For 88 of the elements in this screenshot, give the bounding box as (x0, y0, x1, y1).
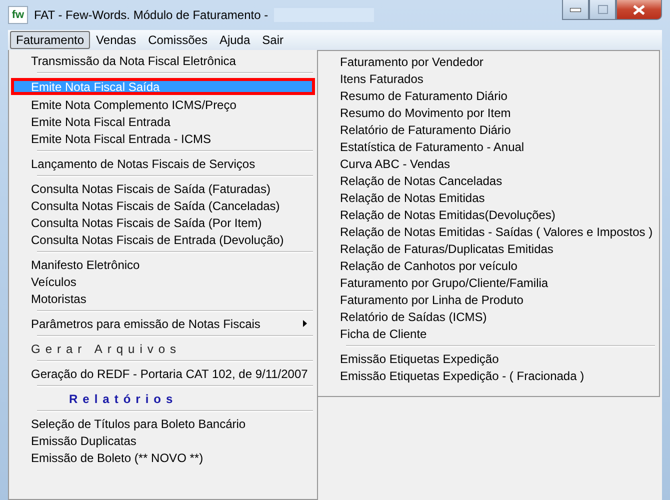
submenu-arrow-icon (303, 320, 307, 327)
menu-item-label: Faturamento por Linha de Produto (340, 292, 524, 306)
menu-item[interactable]: Emite Nota Fiscal Entrada - ICMS (11, 130, 315, 147)
menu-item-label: Itens Faturados (340, 72, 424, 86)
menu-item-label: Manifesto Eletrônico (31, 258, 140, 272)
menu-item-label: Geração do REDF - Portaria CAT 102, de 9/11/2007 (31, 366, 308, 380)
minimize-button[interactable] (562, 0, 589, 20)
menu-item[interactable]: Emite Nota Fiscal Entrada (11, 113, 315, 130)
menu-bar-item[interactable]: Comissões (142, 31, 214, 49)
menu-item[interactable]: Geração do REDF - Portaria CAT 102, de 9/11/2007 (11, 365, 315, 382)
menu-item[interactable]: Veículos (11, 273, 315, 290)
menu-item[interactable]: Emissão Etiquetas Expedição (320, 350, 657, 367)
menu-item[interactable]: Relatório de Faturamento Diário (320, 121, 657, 138)
menu-item-label: Emissão Etiquetas Expedição (340, 352, 499, 366)
minimize-icon (570, 8, 581, 12)
menu-item[interactable]: Relação de Notas Canceladas (320, 172, 657, 189)
menu-item[interactable]: Seleção de Títulos para Boleto Bancário (11, 415, 315, 432)
menu-item-label: Lançamento de Notas Fiscais de Serviços (31, 156, 256, 170)
menu-item-label: Emissão Etiquetas Expedição - ( Fracionada ) (340, 368, 584, 382)
menu-item[interactable]: Estatística de Faturamento - Anual (320, 138, 657, 155)
menu-item[interactable]: Resumo de Faturamento Diário (320, 87, 657, 104)
menu-item[interactable]: Parâmetros para emissão de Notas Fiscais (11, 315, 315, 332)
close-button[interactable] (616, 0, 662, 20)
menu-bar-item[interactable]: Ajuda (213, 31, 256, 49)
menu-item[interactable]: Ficha de Cliente (320, 325, 657, 342)
menu-item-label: Resumo do Movimento por Item (340, 106, 511, 120)
menu-item-label: Relatório de Faturamento Diário (340, 122, 511, 136)
menu-item[interactable]: Manifesto Eletrônico (11, 256, 315, 273)
menu-item-label: Consulta Notas Fiscais de Saída (Faturadas) (31, 182, 270, 196)
menu-item-label: Emite Nota Fiscal Entrada - ICMS (31, 132, 212, 146)
menu-item[interactable]: Faturamento por Vendedor (320, 53, 657, 70)
section-heading: Relatórios (68, 390, 179, 407)
menu-item-label: Faturamento por Grupo/Cliente/Familia (340, 276, 548, 290)
menu-item-label: Consulta Notas Fiscais de Entrada (Devolução) (31, 232, 284, 246)
menu-item[interactable]: Curva ABC - Vendas (320, 155, 657, 172)
close-icon (633, 4, 645, 14)
menu-item[interactable]: Relação de Notas Emitidas(Devoluções) (320, 206, 657, 223)
menu-item[interactable]: Faturamento por Grupo/Cliente/Familia (320, 274, 657, 291)
menu-item[interactable]: Relação de Notas Emitidas - Saídas ( Valores e Impostos ) (320, 223, 657, 240)
menu-item[interactable]: Relação de Canhotos por veículo (320, 257, 657, 274)
app-logo: fw (8, 6, 28, 24)
menu-item[interactable]: Emissão Duplicatas (11, 432, 315, 449)
maximize-icon (598, 5, 608, 14)
menu-item-label: Ficha de Cliente (340, 326, 427, 340)
menu-item-label: Consulta Notas Fiscais de Saída (Por Item) (31, 216, 262, 230)
menu-item-label: Relatório de Saídas (ICMS) (340, 310, 487, 324)
menu-item[interactable]: Motoristas (11, 290, 315, 307)
menu-item[interactable]: Consulta Notas Fiscais de Saída (Faturadas) (11, 180, 315, 197)
menu-item-label: Transmissão da Nota Fiscal Eletrônica (31, 54, 236, 68)
menu-item-label: Faturamento por Vendedor (340, 54, 484, 68)
menu-item-label: Relação de Notas Emitidas(Devoluções) (340, 208, 556, 222)
menu-item[interactable]: Relação de Notas Emitidas (320, 189, 657, 206)
menu-item-label: Emissão Duplicatas (31, 434, 136, 448)
menu-item-label: Veículos (31, 274, 76, 288)
menu-item-label: Consulta Notas Fiscais de Saída (Canceladas) (31, 198, 280, 212)
menu-item[interactable]: Itens Faturados (320, 70, 657, 87)
menu-item[interactable]: Lançamento de Notas Fiscais de Serviços (11, 155, 315, 172)
menu-item-label: Resumo de Faturamento Diário (340, 88, 508, 102)
menu-bar-item[interactable]: Faturamento (10, 31, 90, 49)
menu-item[interactable]: Consulta Notas Fiscais de Saída (Por Item) (11, 214, 315, 231)
menu-heading: Gerar Arquivos (30, 340, 182, 357)
menu-item[interactable]: Emissão Etiquetas Expedição - ( Fracionada ) (320, 367, 657, 384)
menu-item-label: Relação de Notas Emitidas (340, 190, 485, 204)
menu-item[interactable]: Relação de Faturas/Duplicatas Emitidas (320, 240, 657, 257)
menu-item-label: Relação de Faturas/Duplicatas Emitidas (340, 242, 554, 256)
window-title: FAT - Few-Words. Módulo de Faturamento - (34, 8, 268, 22)
menu-item-label: Curva ABC - Vendas (340, 156, 450, 170)
menu-item[interactable]: Consulta Notas Fiscais de Saída (Canceladas) (11, 197, 315, 214)
menu-item-label: Emissão de Boleto (** NOVO **) (31, 450, 204, 464)
menu-item-label: Emite Nota Fiscal Saída (31, 80, 160, 94)
menu-item[interactable]: Faturamento por Linha de Produto (320, 291, 657, 308)
menu-item[interactable]: Resumo do Movimento por Item (320, 104, 657, 121)
menu-item[interactable]: Emite Nota Complemento ICMS/Preço (11, 96, 315, 113)
menu-item[interactable]: Relatório de Saídas (ICMS) (320, 308, 657, 325)
menu-bar-item[interactable]: Vendas (90, 31, 142, 49)
menu-item-label: Emite Nota Complemento ICMS/Preço (31, 98, 236, 112)
menu-item[interactable]: Consulta Notas Fiscais de Entrada (Devolução) (11, 231, 315, 248)
menu-item-label: Relação de Canhotos por veículo (340, 258, 518, 272)
menu-item[interactable]: Transmissão da Nota Fiscal Eletrônica (11, 52, 315, 69)
menu-item-label: Relação de Notas Emitidas - Saídas ( Valores e Impostos ) (340, 224, 653, 238)
menu-item-label: Estatística de Faturamento - Anual (340, 140, 524, 154)
menu-item-label: Seleção de Títulos para Boleto Bancário (31, 416, 246, 430)
menu-item-label: Emite Nota Fiscal Entrada (31, 114, 170, 128)
menu-item-label: Parâmetros para emissão de Notas Fiscais (31, 316, 260, 330)
menu-item-label: Motoristas (31, 292, 86, 306)
menu-item[interactable]: Emissão de Boleto (** NOVO **) (11, 449, 315, 466)
menu-item-label: Relação de Notas Canceladas (340, 174, 502, 188)
menu-bar-item[interactable]: Sair (256, 31, 290, 49)
